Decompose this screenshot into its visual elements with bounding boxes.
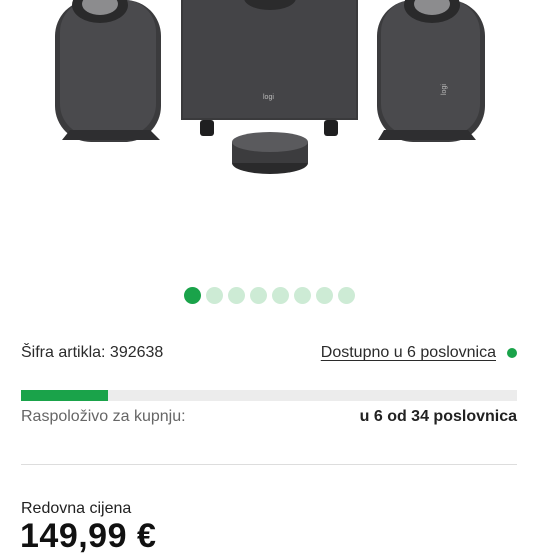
gallery-dot-8[interactable] — [337, 287, 355, 304]
logi-logo-right: logi — [441, 84, 448, 95]
sku-label: Šifra artikla: 392638 — [21, 344, 164, 361]
availability-row: Raspoloživo za kupnju: u 6 od 34 poslovn… — [21, 408, 517, 426]
gallery-dot-4[interactable] — [249, 287, 267, 304]
right-speaker: logi — [377, 0, 485, 142]
control-pod — [232, 132, 308, 174]
availability-link[interactable]: Dostupno u 6 poslovnica — [321, 344, 496, 361]
availability-group: Dostupno u 6 poslovnica — [321, 344, 517, 362]
gallery-dot-3[interactable] — [227, 287, 245, 304]
gallery-pagination — [0, 287, 538, 304]
availability-label: Raspoloživo za kupnju: — [21, 408, 186, 425]
sku-row: Šifra artikla: 392638 Dostupno u 6 poslo… — [21, 344, 517, 362]
price-label: Redovna cijena — [21, 500, 132, 517]
gallery-dot-2[interactable] — [205, 287, 223, 304]
subwoofer: logi — [181, 0, 358, 136]
product-image[interactable]: logi logi — [0, 0, 538, 270]
price-value: 149,99 € — [20, 517, 157, 555]
gallery-dot-6[interactable] — [293, 287, 311, 304]
logi-logo: logi — [263, 94, 274, 101]
gallery-dot-5[interactable] — [271, 287, 289, 304]
left-speaker — [55, 0, 161, 142]
availability-status-icon — [507, 347, 517, 358]
availability-progress-fill — [21, 390, 109, 401]
gallery-dot-1[interactable] — [183, 287, 201, 304]
availability-progress-bar — [21, 390, 517, 401]
gallery-dot-7[interactable] — [315, 287, 333, 304]
divider — [21, 464, 517, 465]
availability-value: u 6 od 34 poslovnica — [359, 408, 517, 425]
